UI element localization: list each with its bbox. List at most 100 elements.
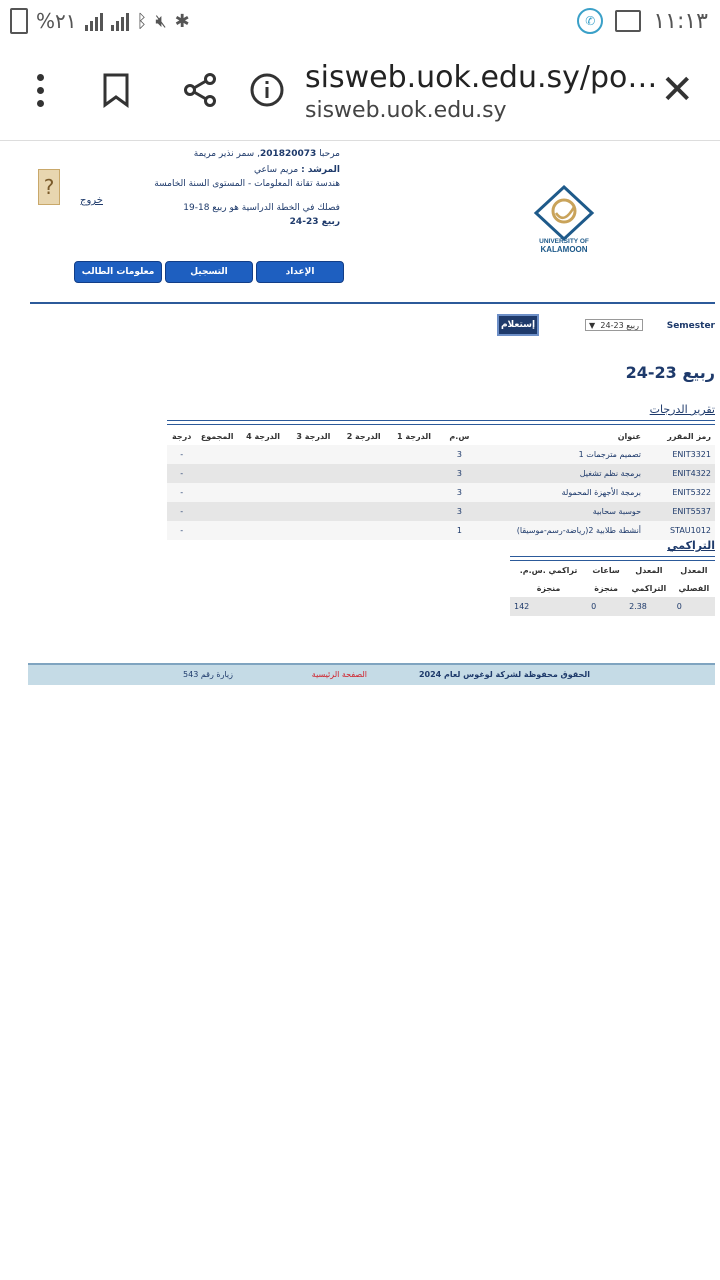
grades-title: تقرير الدرجات bbox=[649, 403, 715, 416]
cell-title: برمجة الأجهزة المحمولة bbox=[561, 488, 642, 497]
cell-code: ENIT5537 bbox=[672, 507, 711, 516]
university-logo: UNIVERSITY OF KALAMOON bbox=[528, 183, 600, 255]
cell-g1 bbox=[389, 464, 439, 483]
url-domain: sisweb.uok.edu.sy bbox=[305, 98, 507, 123]
cell-g4 bbox=[238, 502, 288, 521]
cell-title: تصميم مترجمات 1 bbox=[578, 450, 642, 459]
cum-semester-avg: 0 bbox=[672, 597, 715, 616]
cell-g3 bbox=[288, 445, 338, 464]
main-tabs: معلومات الطالب التسجيل الإعداد bbox=[74, 261, 344, 283]
footer-home-link[interactable]: الصفحة الرئيسية bbox=[312, 670, 367, 679]
table-row: ENIT5537 حوسبة سحابية 3 - bbox=[167, 502, 715, 521]
current-term: ربيع 23-24 bbox=[289, 217, 340, 227]
chevron-down-icon: ▼ bbox=[589, 320, 596, 330]
cum-hours-done: 0 bbox=[587, 597, 626, 616]
cell-hours: 1 bbox=[456, 526, 462, 535]
cell-hours: 3 bbox=[456, 469, 462, 478]
cell-g4 bbox=[238, 464, 288, 483]
image-icon bbox=[615, 10, 642, 32]
tab-registration[interactable]: التسجيل bbox=[165, 261, 253, 283]
bookmark-icon[interactable] bbox=[94, 68, 138, 112]
col-title: عنوان bbox=[617, 431, 642, 441]
cum-h2-total-hours: منجزة bbox=[536, 583, 561, 593]
cell-grade: - bbox=[180, 488, 184, 497]
battery-level: %٢١ bbox=[36, 9, 77, 33]
close-icon[interactable]: ✕ bbox=[660, 70, 694, 110]
semester-select[interactable]: ▼ ربيع 23-24 bbox=[585, 319, 643, 331]
cumulative-table: المعدل المعدل ساعات تراكمي .س.م. الفصلي … bbox=[510, 561, 715, 616]
cell-g2 bbox=[339, 445, 389, 464]
cum-h2-hours: منجزة bbox=[594, 583, 618, 593]
browser-toolbar: sisweb.uok.edu.sy/po… sisweb.uok.edu.sy … bbox=[0, 40, 720, 141]
student-info: مرحبا 201820073, سمر نذير مريمة المرشد :… bbox=[40, 147, 340, 229]
whatsapp-icon: ✆ bbox=[577, 8, 604, 34]
student-id: 201820073 bbox=[259, 149, 317, 159]
grades-header-row: رمز المقرر عنوان س.م الدرجة 1 الدرجة 2 ا… bbox=[167, 427, 715, 445]
cum-h2-cumulative-avg: التراكمي bbox=[631, 583, 667, 593]
cumulative-title: التراكمي bbox=[667, 539, 715, 552]
tab-settings[interactable]: الإعداد bbox=[256, 261, 344, 283]
cell-g4 bbox=[238, 483, 288, 502]
grades-title-underline bbox=[167, 420, 715, 425]
advisor-line: المرشد : مريم ساعي bbox=[40, 163, 340, 177]
logo-text-2: KALAMOON bbox=[540, 245, 587, 254]
share-icon[interactable] bbox=[178, 68, 222, 112]
cell-g2 bbox=[339, 502, 389, 521]
tab-student-info[interactable]: معلومات الطالب bbox=[74, 261, 162, 283]
web-page: مرحبا 201820073, سمر نذير مريمة المرشد :… bbox=[0, 141, 720, 1280]
cum-h1-cumulative-avg: المعدل bbox=[635, 565, 663, 575]
semester-selected: ربيع 23-24 bbox=[600, 320, 639, 330]
url-text[interactable]: sisweb.uok.edu.sy/po… bbox=[305, 60, 657, 95]
status-left: %٢١ ᛒ 🔇︎ ✱ bbox=[10, 8, 190, 34]
grades-table: رمز المقرر عنوان س.م الدرجة 1 الدرجة 2 ا… bbox=[167, 427, 715, 540]
cell-code: STAU1012 bbox=[669, 526, 711, 535]
table-row: ENIT3321 تصميم مترجمات 1 3 - bbox=[167, 445, 715, 464]
divider bbox=[30, 302, 715, 304]
logo-text-1: UNIVERSITY OF bbox=[539, 238, 589, 245]
logout-link[interactable]: خروج bbox=[80, 195, 103, 206]
cell-title: أنشطة طلابية 2(رياضة-رسم-موسيقا) bbox=[516, 526, 642, 535]
cell-total bbox=[196, 521, 237, 540]
col-grade4: الدرجة 4 bbox=[246, 431, 281, 441]
col-code: رمز المقرر bbox=[667, 431, 711, 441]
advisor-label: المرشد : bbox=[301, 165, 340, 175]
menu-icon[interactable] bbox=[18, 68, 62, 112]
semester-label: Semester bbox=[666, 321, 715, 331]
grades-body: ENIT3321 تصميم مترجمات 1 3 - ENIT4322 برمجة ن… bbox=[167, 445, 715, 540]
cell-total bbox=[196, 483, 237, 502]
cell-g3 bbox=[288, 521, 338, 540]
info-icon[interactable] bbox=[245, 68, 289, 112]
status-time: ١١:١٣ bbox=[653, 8, 708, 34]
nfc-icon: ✱ bbox=[174, 10, 190, 32]
cell-g3 bbox=[288, 464, 338, 483]
query-button[interactable]: إستعلام bbox=[497, 314, 539, 336]
status-right: ✆ ١١:١٣ bbox=[577, 8, 708, 34]
term-title: ربيع 23-24 bbox=[625, 363, 715, 382]
advisor-name: مريم ساعي bbox=[253, 165, 299, 175]
welcome-line: مرحبا 201820073, سمر نذير مريمة bbox=[193, 149, 340, 159]
cell-total bbox=[196, 464, 237, 483]
cell-g1 bbox=[389, 483, 439, 502]
signal-icon bbox=[84, 11, 103, 31]
col-grade2: الدرجة 2 bbox=[346, 431, 381, 441]
battery-icon bbox=[10, 8, 28, 34]
cum-total-hours-done: 142 bbox=[510, 597, 588, 616]
cell-title: حوسبة سحابية bbox=[592, 507, 642, 516]
avatar: ? bbox=[38, 169, 60, 205]
table-row: ENIT5322 برمجة الأجهزة المحمولة 3 - bbox=[167, 483, 715, 502]
cell-g2 bbox=[339, 521, 389, 540]
cell-g4 bbox=[238, 445, 288, 464]
signal-icon-2 bbox=[110, 11, 129, 31]
student-name: سمر نذير مريمة bbox=[193, 149, 255, 159]
cell-g3 bbox=[288, 502, 338, 521]
col-grade3: الدرجة 3 bbox=[296, 431, 331, 441]
footer-copyright: الحقوق محفوظة لشركة لوغوس لعام 2024 bbox=[418, 670, 590, 679]
cell-total bbox=[196, 502, 237, 521]
cell-g3 bbox=[288, 483, 338, 502]
cell-g1 bbox=[389, 521, 439, 540]
cell-grade: - bbox=[180, 526, 184, 535]
program-line: هندسة تقانة المعلومات - المستوى السنة ال… bbox=[154, 179, 340, 189]
footer-visits: زيارة رقم 543 bbox=[183, 670, 233, 679]
table-row: ENIT4322 برمجة نظم تشغيل 3 - bbox=[167, 464, 715, 483]
mute-icon: 🔇︎ bbox=[155, 10, 167, 32]
